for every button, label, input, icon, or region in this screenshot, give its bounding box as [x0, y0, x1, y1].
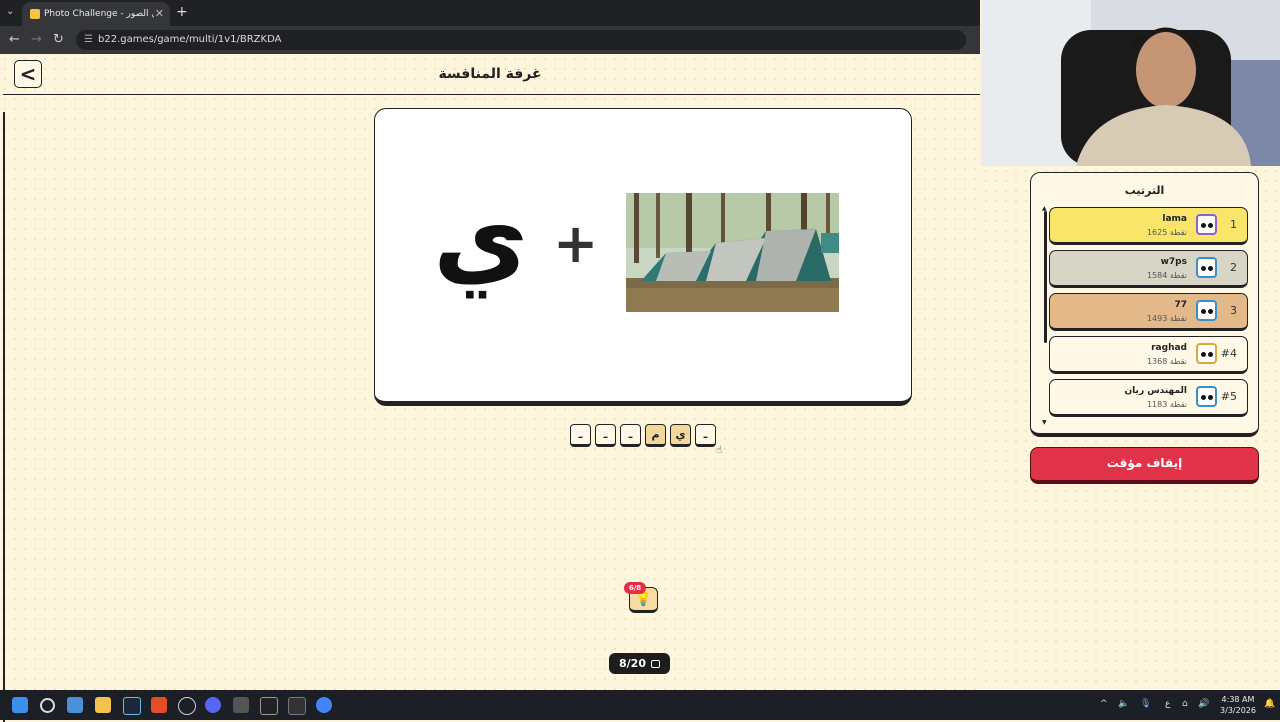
- answer-slot[interactable]: ي: [670, 424, 691, 447]
- app-icon[interactable]: [260, 697, 278, 715]
- tray-chevron-icon[interactable]: ^: [1100, 699, 1108, 709]
- player-name: 77: [1174, 300, 1187, 310]
- mouse-cursor-icon: ☝: [716, 445, 723, 456]
- leaderboard-row: 1 lama 1625 نقطة: [1049, 207, 1248, 245]
- microphone-icon[interactable]: 🎙: [1140, 699, 1151, 709]
- url-text: b22.games/game/multi/1v1/BRZKDA: [98, 34, 282, 45]
- player-avatar: [1196, 214, 1217, 235]
- windows-taskbar: ^ 🔈 🎙 ع ⌂ 🔊 4:38 AM 3/3/2026 🔔: [0, 690, 1280, 720]
- system-clock[interactable]: 4:38 AM 3/3/2026: [1216, 694, 1260, 716]
- page-title: غرفة المنافسة: [438, 66, 542, 82]
- player-rank: #4: [1220, 347, 1237, 360]
- network-icon[interactable]: ⌂: [1182, 699, 1188, 709]
- player-name: lama: [1162, 214, 1187, 224]
- reload-icon[interactable]: ↻: [53, 32, 64, 47]
- search-icon[interactable]: [40, 698, 55, 713]
- steam-icon[interactable]: [123, 697, 141, 715]
- player-points: 1368 نقطة: [1146, 357, 1187, 366]
- answer-slot[interactable]: ـ: [620, 424, 641, 447]
- leaderboard-scrollbar[interactable]: [1044, 211, 1047, 343]
- puzzle-photo: [626, 193, 839, 312]
- leaderboard-row: 2 w7ps 1584 نقطة: [1049, 250, 1248, 288]
- image-icon: [650, 660, 660, 668]
- player-points: 1584 نقطة: [1146, 271, 1187, 280]
- answer-slots: ـ ـ ـ م ي ـ: [570, 424, 720, 450]
- player-rank: 2: [1230, 261, 1237, 274]
- player-rank: #5: [1220, 390, 1237, 403]
- favicon-icon: [30, 9, 40, 19]
- leaderboard-row: 3 77 1493 نقطة: [1049, 293, 1248, 331]
- question-progress: 8/20: [609, 653, 670, 674]
- answer-slot[interactable]: ـ: [695, 424, 716, 447]
- forward-arrow-icon[interactable]: →: [31, 32, 42, 47]
- player-avatar: [1196, 257, 1217, 278]
- back-arrow-icon[interactable]: ←: [9, 32, 20, 47]
- player-avatar: [1196, 343, 1217, 364]
- notification-icon[interactable]: 🔔: [1264, 699, 1275, 709]
- brave-browser-icon[interactable]: [151, 697, 167, 713]
- header-divider: [3, 94, 980, 95]
- new-tab-icon[interactable]: +: [176, 4, 188, 20]
- answer-slot[interactable]: ـ: [595, 424, 616, 447]
- windows-start-icon[interactable]: [12, 697, 28, 713]
- scroll-down-icon[interactable]: ▼: [1042, 419, 1047, 426]
- file-explorer-icon[interactable]: [95, 697, 111, 713]
- puzzle-card: ي +: [374, 108, 912, 406]
- app-icon[interactable]: [233, 697, 249, 713]
- left-border: [3, 112, 5, 722]
- player-name: w7ps: [1160, 257, 1187, 267]
- url-field[interactable]: ☰ b22.games/game/multi/1v1/BRZKDA: [76, 30, 966, 50]
- gallery-app-icon[interactable]: [67, 697, 83, 713]
- speaker-icon[interactable]: 🔈: [1118, 699, 1129, 709]
- tab-search-icon[interactable]: ⌄: [6, 6, 14, 17]
- player-name: المهندس ريان: [1124, 386, 1188, 396]
- player-rank: 1: [1230, 218, 1237, 231]
- discord-icon[interactable]: [205, 697, 221, 713]
- plus-sign: +: [553, 212, 599, 275]
- hint-count-badge: 6/8: [624, 582, 646, 594]
- player-points: 1493 نقطة: [1146, 314, 1187, 323]
- player-points: 1183 نقطة: [1146, 400, 1187, 409]
- pause-button[interactable]: إيقاف مؤقت: [1030, 447, 1259, 484]
- browser-tab[interactable]: Photo Challenge - تحدي الصور ✕: [22, 2, 170, 26]
- language-indicator[interactable]: ع: [1165, 699, 1170, 709]
- close-tab-icon[interactable]: ✕: [155, 2, 164, 26]
- app-icon[interactable]: [178, 697, 196, 715]
- player-points: 1625 نقطة: [1146, 228, 1187, 237]
- address-bar-row: ← → ↻ ☰ b22.games/game/multi/1v1/BRZKDA: [0, 26, 980, 54]
- player-name: raghad: [1151, 343, 1187, 353]
- answer-slot[interactable]: ـ: [570, 424, 591, 447]
- player-avatar: [1196, 386, 1217, 407]
- volume-icon[interactable]: 🔊: [1198, 699, 1209, 709]
- app-icon[interactable]: [288, 697, 306, 715]
- leaderboard-title: الترتيب: [1124, 184, 1165, 197]
- browser-tab-bar: ⌄ Photo Challenge - تحدي الصور ✕ +: [0, 0, 980, 26]
- clock-date: 3/3/2026: [1220, 706, 1256, 715]
- webcam-overlay: [981, 0, 1280, 166]
- progress-text: 8/20: [619, 657, 646, 670]
- player-avatar: [1196, 300, 1217, 321]
- leaderboard-row: #4 raghad 1368 نقطة: [1049, 336, 1248, 374]
- answer-slot[interactable]: م: [645, 424, 666, 447]
- clock-time: 4:38 AM: [1221, 695, 1255, 704]
- player-rank: 3: [1230, 304, 1237, 317]
- chrome-icon[interactable]: [316, 697, 332, 713]
- leaderboard-row: #5 المهندس ريان 1183 نقطة: [1049, 379, 1248, 417]
- site-info-icon[interactable]: ☰: [84, 30, 93, 50]
- leaderboard-panel: الترتيب ▲ ▼ 1 lama 1625 نقطة 2 w7ps 1584…: [1030, 172, 1259, 437]
- puzzle-letter: ي: [433, 176, 529, 298]
- tab-title: Photo Challenge - تحدي الصور: [44, 9, 154, 19]
